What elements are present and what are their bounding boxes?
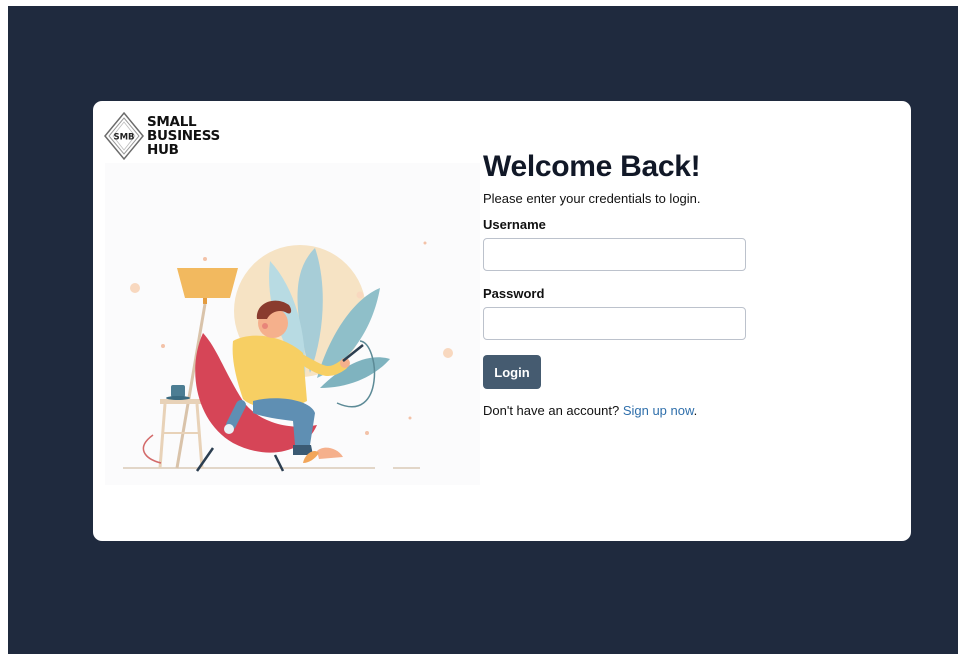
username-label: Username <box>483 217 546 232</box>
login-card: SMB SMALL BUSINESS HUB Welcome Back! Ple… <box>93 101 911 541</box>
brand-name: SMALL BUSINESS HUB <box>147 115 220 157</box>
login-form: Welcome Back! Please enter your credenti… <box>483 149 783 419</box>
password-label: Password <box>483 286 545 301</box>
person-in-chair-illustration <box>105 163 480 485</box>
username-input[interactable] <box>483 238 746 271</box>
signup-prompt: Don't have an account? Sign up now. <box>483 403 783 419</box>
brand-name-line-3: HUB <box>147 142 179 158</box>
login-subtitle: Please enter your credentials to login. <box>483 191 701 206</box>
page-title: Welcome Back! <box>483 150 701 183</box>
app-background: SMB SMALL BUSINESS HUB Welcome Back! Ple… <box>8 6 958 654</box>
signup-link[interactable]: Sign up now <box>623 403 694 418</box>
password-input[interactable] <box>483 307 746 340</box>
signup-suffix: . <box>693 403 698 418</box>
logo-badge-text: SMB <box>113 133 134 143</box>
diamond-logo-icon: SMB <box>104 111 144 161</box>
brand-name-line-1: SMALL <box>147 114 197 130</box>
login-button[interactable]: Login <box>483 355 541 389</box>
brand-name-line-2: BUSINESS <box>147 128 220 144</box>
brand-logo: SMB SMALL BUSINESS HUB <box>103 111 233 163</box>
signup-prompt-text: Don't have an account? <box>483 403 623 418</box>
